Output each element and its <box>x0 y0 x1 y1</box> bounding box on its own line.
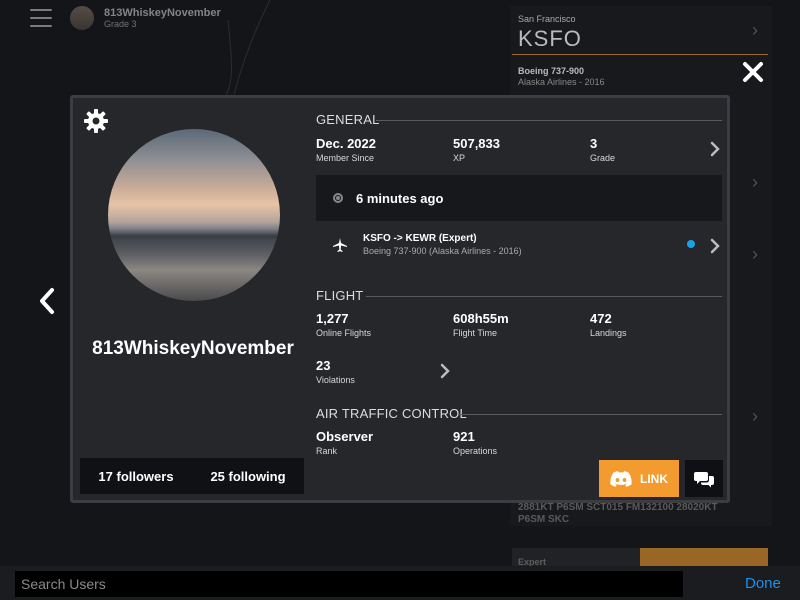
background-metar-1: 2881KT P6SM SCT015 FM132100 28020KT <box>518 502 718 513</box>
chat-button[interactable] <box>685 460 723 497</box>
flight-title: FLIGHT <box>316 288 364 303</box>
chevron-right-icon <box>440 363 450 379</box>
flight-route: KSFO -> KEWR (Expert) <box>363 233 477 244</box>
close-icon <box>743 62 763 82</box>
online-flights-stat: 1,277 Online Flights <box>316 311 371 338</box>
atc-operations-stat: 921 Operations <box>453 429 497 456</box>
flight-time-label: Flight Time <box>453 328 498 338</box>
chevron-left-icon <box>40 288 54 314</box>
profile-details: GENERAL Dec. 2022 Member Since 507,833 X… <box>316 98 724 498</box>
xp-stat: 507,833 XP <box>453 136 500 163</box>
chevron-right-icon <box>710 238 720 254</box>
background-airline: Alaska Airlines - 2016 <box>518 77 605 87</box>
grade-stat: 3 Grade <box>590 136 615 163</box>
atc-rank-label: Rank <box>316 446 338 456</box>
online-flights-value: 1,277 <box>316 311 349 326</box>
flight-details-button[interactable] <box>709 237 721 255</box>
flight-time-value: 608h55m <box>453 311 509 326</box>
background-top-bar: 813WhiskeyNovember Grade 3 <box>30 6 221 30</box>
atc-title: AIR TRAFFIC CONTROL <box>316 406 467 421</box>
online-status: 6 minutes ago <box>316 175 722 221</box>
flight-section-header: FLIGHT <box>316 288 724 303</box>
done-button[interactable]: Done <box>745 575 781 592</box>
live-indicator <box>687 240 695 248</box>
landings-label: Landings <box>590 328 627 338</box>
background-chevron-icon: › <box>752 244 758 264</box>
atc-operations-value: 921 <box>453 429 475 444</box>
atc-divider <box>458 414 722 415</box>
close-button[interactable] <box>740 59 766 85</box>
background-metar-2: P6SM SKC <box>518 514 570 525</box>
atc-operations-label: Operations <box>453 446 498 456</box>
violations-details-button[interactable] <box>439 362 451 380</box>
atc-rank-value: Observer <box>316 429 374 444</box>
background-avatar <box>70 6 94 30</box>
airplane-icon <box>333 238 347 252</box>
last-seen-text: 6 minutes ago <box>356 190 444 206</box>
link-label: LINK <box>640 471 668 486</box>
violations-value: 23 <box>316 358 331 373</box>
general-title: GENERAL <box>316 112 380 127</box>
followers-count[interactable]: 17 followers <box>80 469 192 484</box>
background-chevron-icon: › <box>752 20 758 40</box>
background-username: 813WhiskeyNovember <box>104 7 221 19</box>
flight-aircraft: Boeing 737-900 (Alaska Airlines - 2016) <box>363 246 522 256</box>
background-chevron-icon: › <box>752 172 758 192</box>
landings-stat: 472 Landings <box>590 311 627 338</box>
general-section-header: GENERAL <box>316 112 724 127</box>
profile-username: 813WhiskeyNovember <box>92 338 294 359</box>
grade-label: Grade <box>590 153 616 163</box>
background-divider <box>512 54 768 55</box>
background-city: San Francisco <box>518 14 576 24</box>
xp-label: XP <box>453 153 466 163</box>
chat-bubbles-icon <box>694 471 714 487</box>
violations-stat: 23 Violations <box>316 358 355 385</box>
back-button[interactable] <box>36 286 58 316</box>
menu-icon[interactable] <box>30 9 52 27</box>
member-since-value: Dec. 2022 <box>316 136 376 151</box>
follow-bar: 17 followers 25 following <box>80 458 304 494</box>
search-bar: Done <box>0 566 800 600</box>
background-airport-code: KSFO <box>518 26 582 51</box>
gear-icon <box>84 109 108 133</box>
search-users-input[interactable] <box>15 571 683 597</box>
xp-value: 507,833 <box>453 136 500 151</box>
discord-link-button[interactable]: LINK <box>599 460 679 497</box>
background-user-info: 813WhiskeyNovember Grade 3 <box>104 7 221 29</box>
grade-value: 3 <box>590 136 598 151</box>
settings-button[interactable] <box>83 108 109 134</box>
member-since-stat: Dec. 2022 Member Since <box>316 136 376 163</box>
current-flight-row[interactable]: KSFO -> KEWR (Expert) Boeing 737-900 (Al… <box>316 228 722 264</box>
online-flights-label: Online Flights <box>316 328 372 338</box>
profile-modal: 813WhiskeyNovember 17 followers 25 follo… <box>70 95 730 503</box>
following-count[interactable]: 25 following <box>192 469 304 484</box>
flight-divider <box>366 296 722 297</box>
profile-avatar <box>108 129 280 301</box>
member-since-label: Member Since <box>316 153 375 163</box>
background-grade: Grade 3 <box>104 19 137 29</box>
discord-icon <box>610 470 632 487</box>
violations-label: Violations <box>316 375 355 385</box>
atc-section-header: AIR TRAFFIC CONTROL <box>316 406 724 421</box>
landings-value: 472 <box>590 311 612 326</box>
chevron-right-icon <box>710 141 720 157</box>
grade-details-button[interactable] <box>709 140 721 158</box>
flight-time-stat: 608h55m Flight Time <box>453 311 509 338</box>
general-divider <box>376 120 722 121</box>
background-aircraft: Boeing 737-900 <box>518 66 585 76</box>
background-chevron-icon: › <box>752 406 758 426</box>
status-icon <box>333 193 343 203</box>
atc-rank-stat: Observer Rank <box>316 429 373 456</box>
